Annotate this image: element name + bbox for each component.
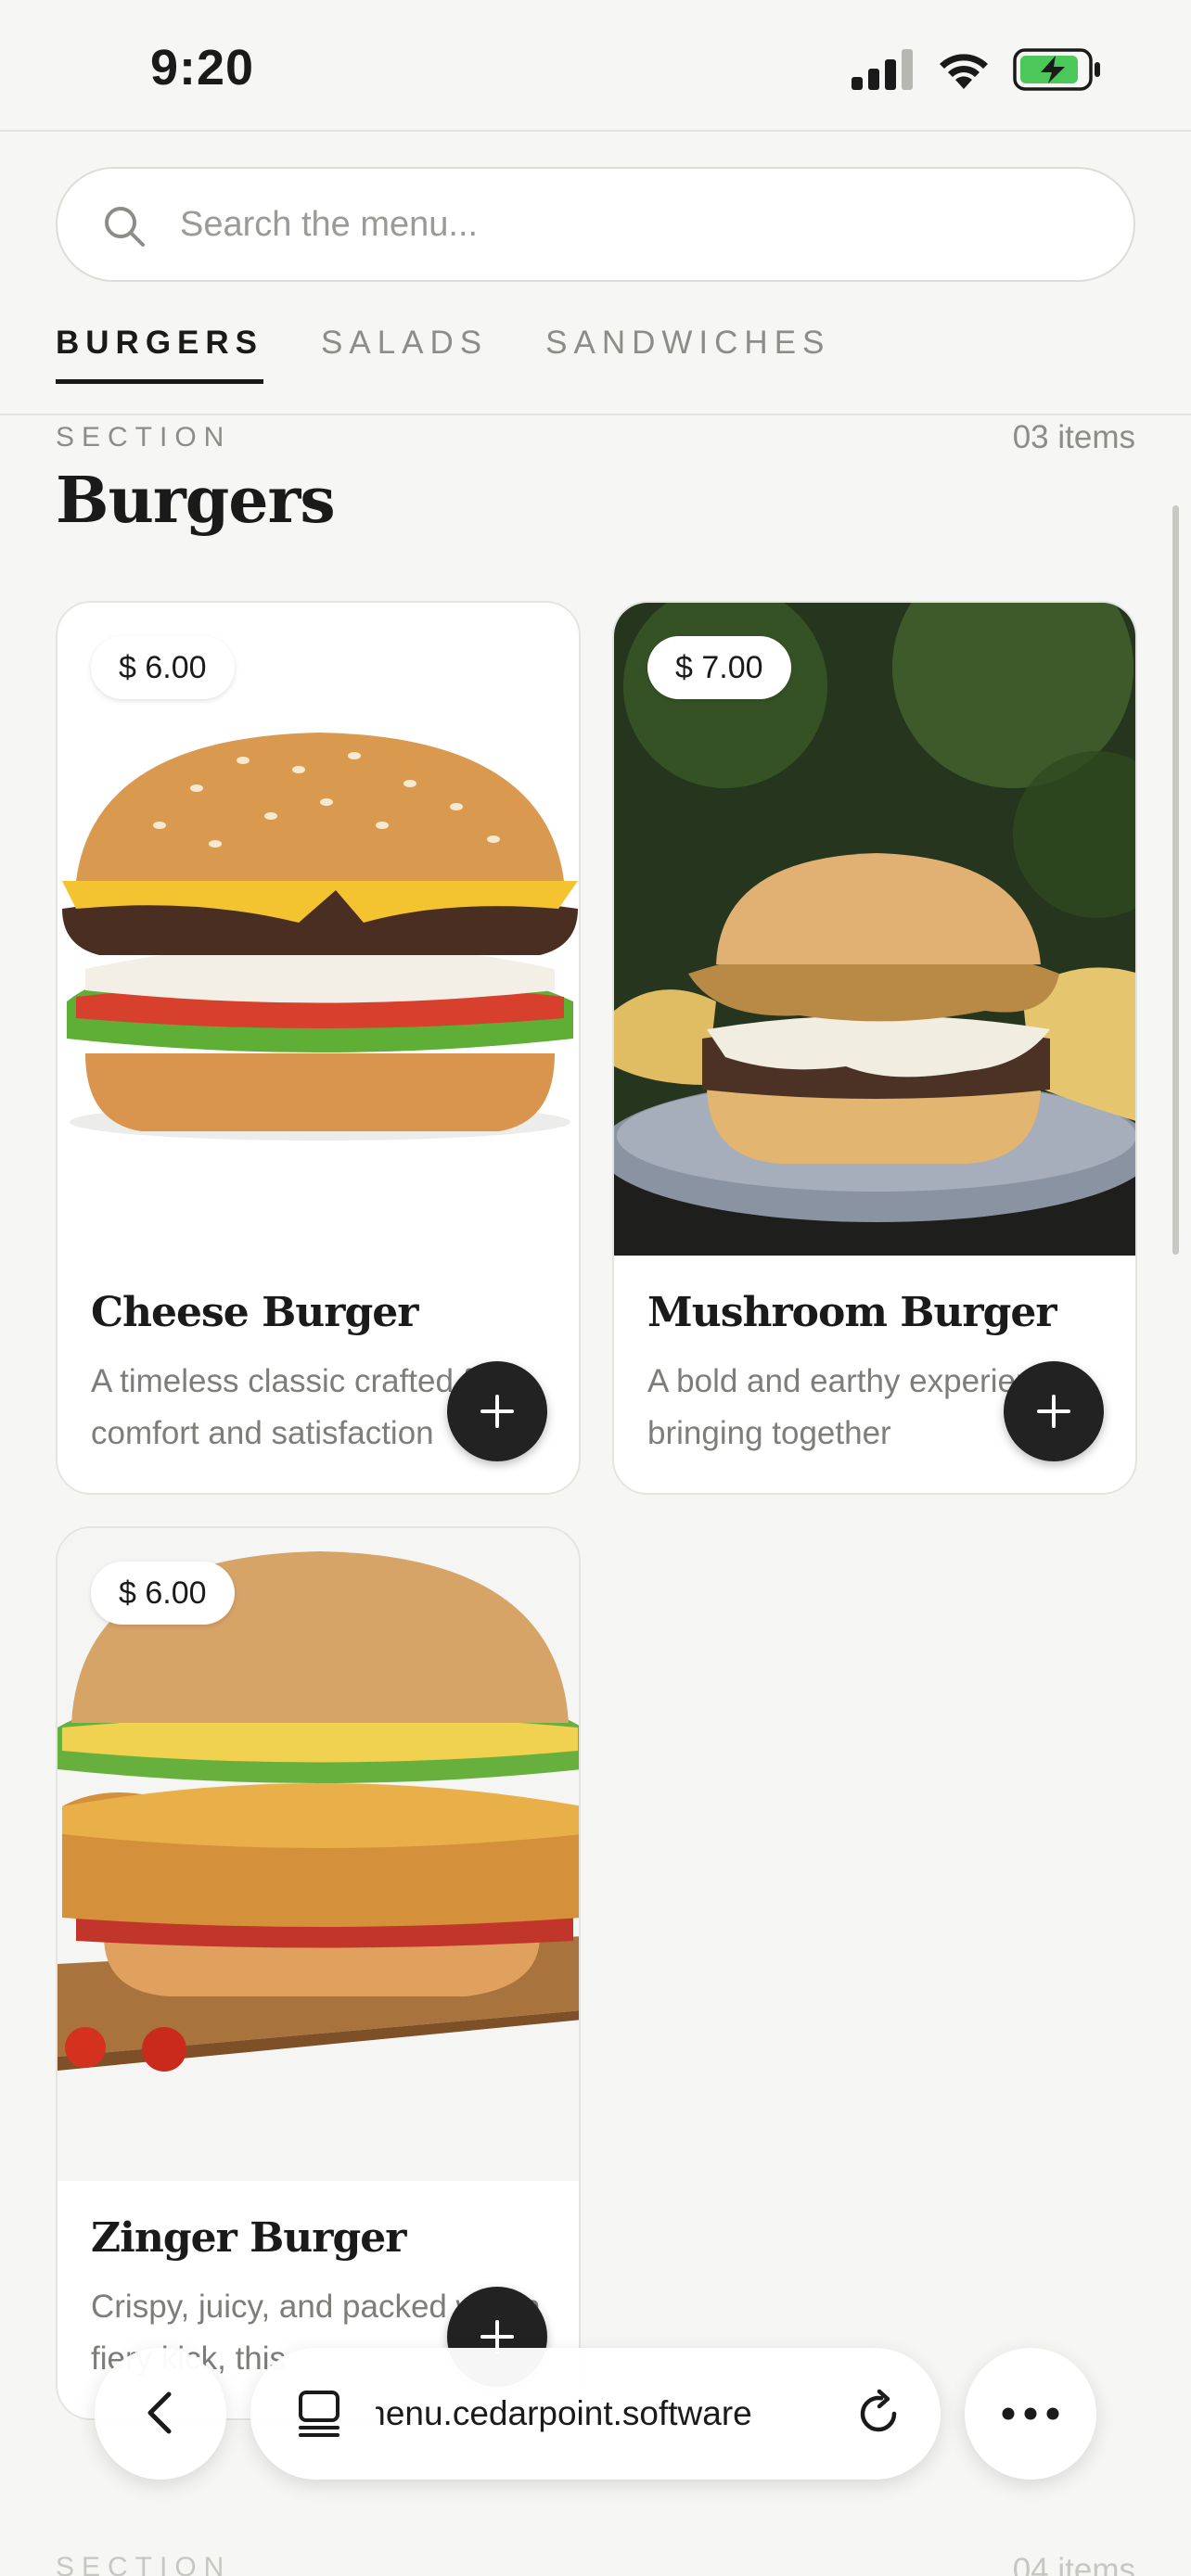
price-badge: $ 7.00 (647, 636, 791, 699)
wifi-icon (940, 54, 988, 89)
battery-charging-icon (1013, 48, 1100, 91)
price-badge: $ 6.00 (91, 1562, 235, 1625)
add-to-cart-button[interactable] (1004, 1361, 1104, 1461)
section-title: Burgers (56, 464, 336, 538)
cellular-signal-icon (852, 49, 913, 90)
search-input[interactable] (180, 169, 1089, 280)
section-label: SECTION (56, 422, 232, 453)
reload-icon[interactable] (853, 2389, 903, 2439)
tab-overview-icon (299, 2391, 339, 2437)
back-chevron-icon (147, 2391, 172, 2434)
cheese-burger-image (58, 603, 579, 1256)
back-button[interactable] (95, 2348, 226, 2480)
item-title: Cheese Burger (91, 1289, 418, 1336)
status-icons (852, 48, 1102, 91)
add-to-cart-button[interactable] (447, 1361, 547, 1461)
zinger-burger-image (58, 1528, 579, 2181)
item-title: Mushroom Burger (647, 1289, 1057, 1336)
more-button[interactable] (965, 2348, 1096, 2480)
tab-sandwiches[interactable]: SANDWICHES (545, 325, 830, 384)
url-text[interactable]: menu.cedarpoint.software (376, 2389, 839, 2439)
tabs-divider (0, 414, 1191, 415)
search-icon (105, 207, 145, 247)
next-section-item-count: 04 items (1012, 2552, 1135, 2576)
next-section-label: SECTION (56, 2552, 232, 2576)
scrollbar[interactable] (1172, 505, 1179, 1255)
status-bar: 9:20 (0, 0, 1191, 132)
mushroom-burger-image (614, 603, 1135, 1256)
price-badge: $ 6.00 (91, 636, 235, 699)
address-bar[interactable]: menu.cedarpoint.software (250, 2348, 941, 2480)
menu-item-card[interactable]: $ 7.00 Mushroom Burger A bold and earthy… (612, 601, 1137, 1495)
search-bar[interactable] (56, 167, 1135, 282)
tab-burgers[interactable]: BURGERS (56, 325, 264, 384)
tab-salads[interactable]: SALADS (321, 325, 488, 384)
plus-icon (1037, 1395, 1070, 1428)
section-item-count: 03 items (1012, 419, 1135, 455)
menu-item-card[interactable]: $ 6.00 Cheese Burger A timeless classic … (56, 601, 581, 1495)
status-time: 9:20 (150, 40, 255, 96)
menu-item-card[interactable]: $ 6.00 Zinger Burger Crispy, juicy, and … (56, 1526, 581, 2420)
more-icon (1002, 2407, 1059, 2420)
category-tabs: BURGERS SALADS SANDWICHES (56, 325, 830, 384)
item-title: Zinger Burger (91, 2214, 406, 2262)
plus-icon (480, 1395, 514, 1428)
